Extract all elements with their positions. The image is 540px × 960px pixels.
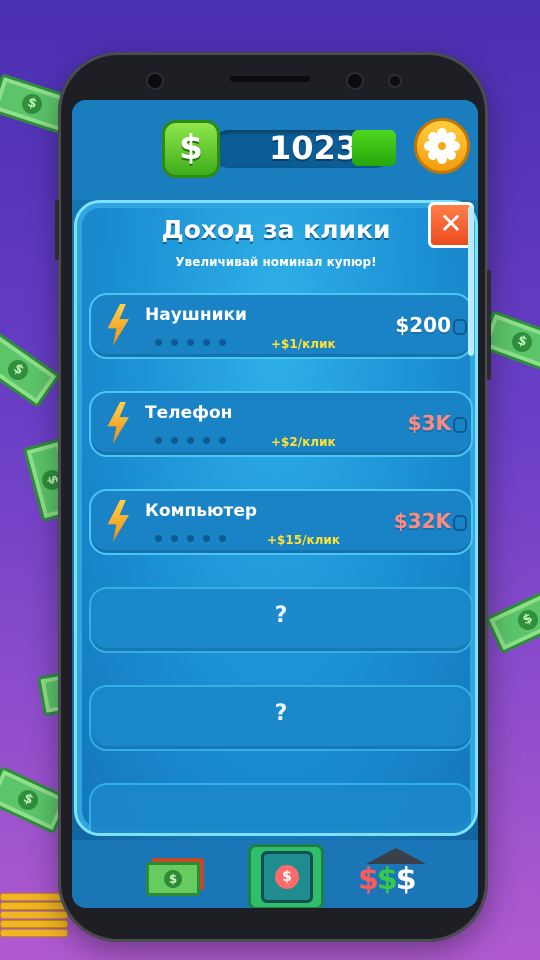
click-income-panel: Доход за клики Увеличивай номинал купюр!…	[74, 200, 478, 836]
money-bill-decoration	[0, 331, 61, 409]
phone-camera-icon	[146, 72, 164, 90]
upgrade-name: Телефон	[145, 403, 233, 423]
safe-icon	[261, 851, 313, 903]
upgrade-name: Наушники	[145, 305, 247, 325]
phone-side-button	[487, 270, 491, 380]
bank-dollars: $$$	[358, 862, 417, 897]
dollar-icon: $	[162, 120, 220, 178]
locked-upgrade-row: ?	[89, 587, 473, 653]
upgrade-income: +$15/клик	[267, 533, 340, 547]
nav-safe-button[interactable]	[248, 844, 324, 908]
lightning-icon	[107, 304, 129, 346]
locked-upgrade-row: ?	[89, 685, 473, 751]
lightning-icon	[107, 500, 129, 542]
gear-icon	[430, 134, 454, 158]
cash-icon	[146, 862, 200, 896]
coin-stack-decoration	[0, 893, 68, 938]
upgrade-level-dots	[155, 535, 226, 542]
balance-value: 1023	[268, 129, 358, 167]
upgrade-income: +$2/клик	[271, 435, 336, 449]
bottom-nav: $ $ $	[72, 840, 478, 908]
row-toggle	[453, 515, 467, 531]
nav-bank-button[interactable]: $$$	[352, 844, 426, 904]
locked-upgrade-row-partial	[89, 783, 473, 833]
money-bill-decoration	[485, 585, 540, 655]
panel-title: Доход за клики	[161, 215, 391, 244]
upgrade-income: +$1/клик	[271, 337, 336, 351]
lightning-icon	[107, 402, 129, 444]
upgrade-row[interactable]: Телефон +$2/клик $3K	[89, 391, 473, 457]
phone-sensor-icon	[346, 72, 364, 90]
panel-subtitle: Увеличивай номинал купюр!	[175, 255, 377, 269]
locked-question-mark: ?	[274, 603, 288, 628]
nav-cash-button[interactable]	[138, 844, 208, 904]
upgrade-row[interactable]: Компьютер +$15/клик $32K	[89, 489, 473, 555]
scrollbar[interactable]	[468, 206, 474, 356]
game-screen: $ 1023 Доход за клики Увеличивай номинал…	[72, 100, 478, 908]
balance-progress-bar	[352, 130, 396, 166]
upgrade-price[interactable]: $200	[395, 313, 451, 337]
upgrade-row[interactable]: Наушники +$1/клик $200	[89, 293, 473, 359]
upgrade-level-dots	[155, 339, 226, 346]
top-bar: $ 1023	[72, 100, 478, 200]
locked-question-mark: ?	[274, 701, 288, 726]
phone-speaker	[230, 76, 310, 82]
upgrade-price[interactable]: $3K	[408, 411, 451, 435]
settings-button[interactable]	[414, 118, 470, 174]
row-toggle	[453, 319, 467, 335]
upgrade-level-dots	[155, 437, 226, 444]
upgrade-name: Компьютер	[145, 501, 258, 521]
phone-side-button	[55, 200, 59, 260]
phone-sensor-icon	[388, 74, 402, 88]
row-toggle	[453, 417, 467, 433]
upgrade-price[interactable]: $32K	[394, 509, 451, 533]
